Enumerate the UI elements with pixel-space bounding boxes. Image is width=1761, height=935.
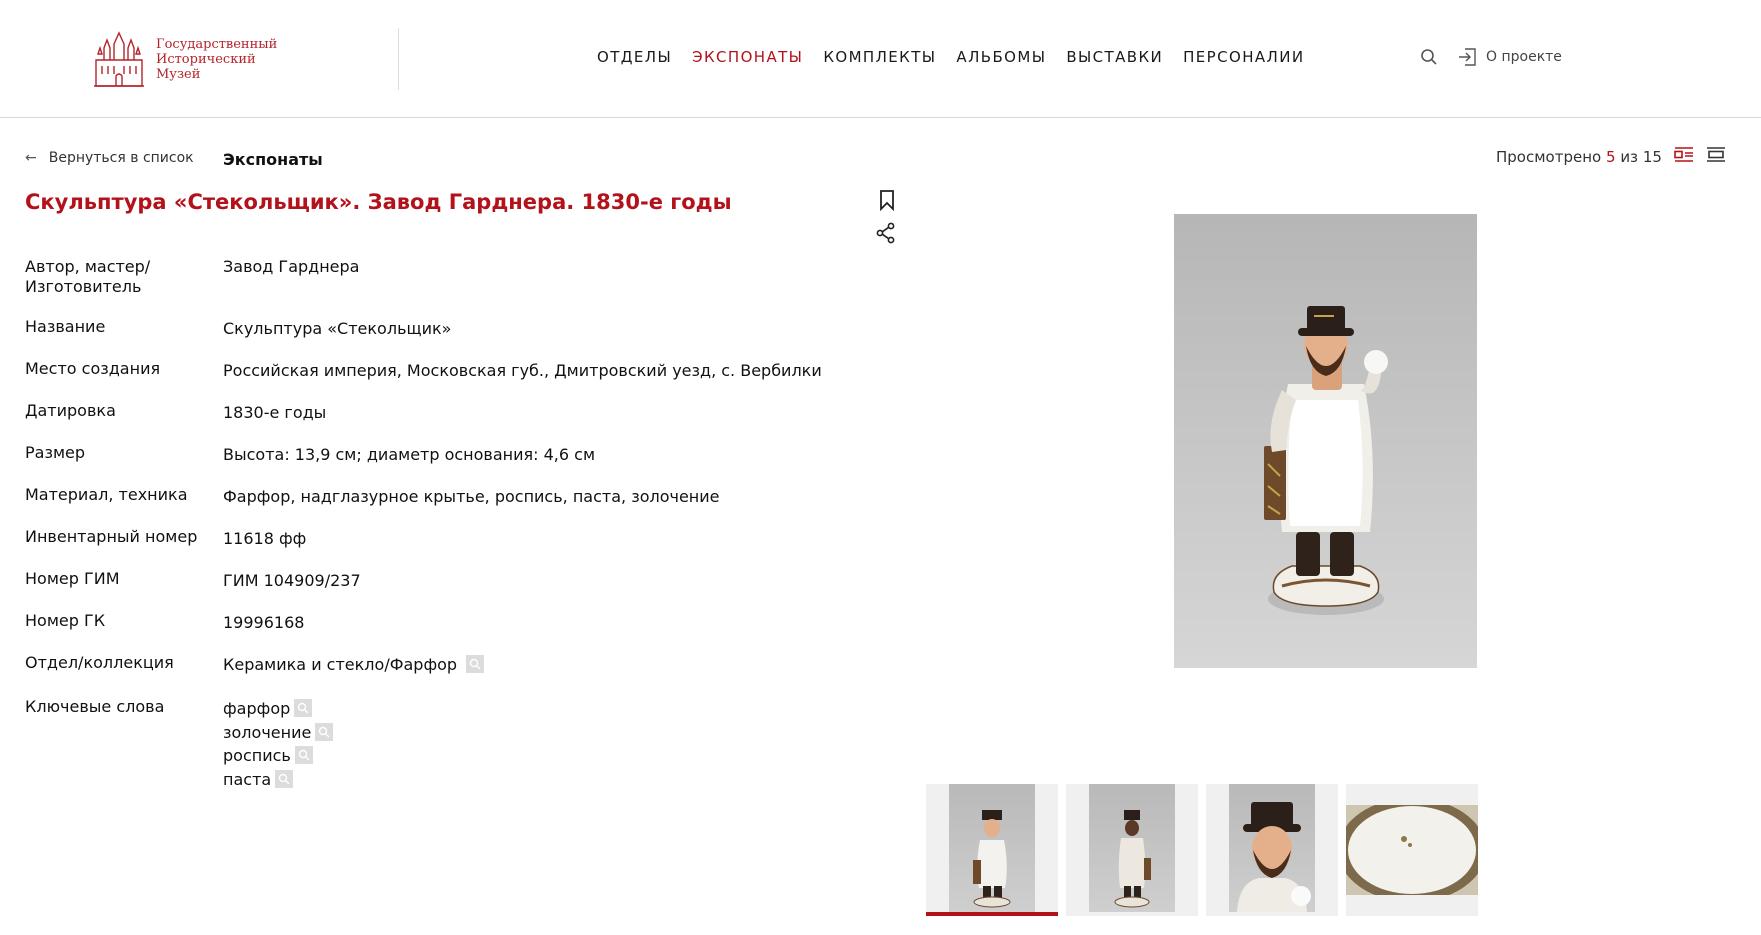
keyword-link[interactable]: паста: [223, 770, 271, 789]
search-icon[interactable]: [1420, 48, 1438, 66]
figurine-illustration: [1264, 306, 1388, 615]
site-header: Государственный Исторический Музей ОТДЕЛ…: [0, 0, 1761, 118]
section-title: Экспонаты: [223, 150, 323, 169]
arrow-left-icon: ←: [25, 150, 37, 166]
thumbnail-image: [1229, 784, 1315, 912]
detail-value: Высота: 13,9 см; диаметр основания: 4,6 …: [223, 445, 596, 464]
object-title: Скульптура «Стекольщик». Завод Гарднера.…: [25, 190, 732, 214]
detail-row: Материал, техника Фарфор, надглазурное к…: [25, 485, 865, 507]
nav-item-sets[interactable]: КОМПЛЕКТЫ: [823, 48, 936, 66]
object-main-image[interactable]: [1174, 214, 1477, 668]
login-icon[interactable]: [1456, 46, 1478, 68]
detail-label: Отдел/коллекция: [25, 653, 174, 672]
viewed-counter: Просмотрено 5 из 15: [1496, 148, 1662, 166]
keywords-list: фарфор золочение роспись паста: [223, 697, 334, 792]
detail-value: Фарфор, надглазурное крытье, роспись, па…: [223, 487, 720, 506]
detail-row: Автор, мастер/ Изготовитель Завод Гардне…: [25, 257, 865, 297]
detail-label: Размер: [25, 443, 86, 462]
back-to-list-label: Вернуться в список: [48, 150, 194, 166]
search-collection-icon[interactable]: [466, 655, 485, 673]
bookmark-icon[interactable]: [878, 189, 896, 211]
nav-item-departments[interactable]: ОТДЕЛЫ: [597, 48, 672, 66]
viewed-separator: из: [1620, 148, 1639, 166]
compact-view-icon[interactable]: [1706, 146, 1726, 164]
detail-row: Размер Высота: 13,9 см; диаметр основани…: [25, 443, 865, 465]
collection-link[interactable]: Керамика и стекло/Фарфор: [223, 655, 457, 674]
nav-item-persons[interactable]: ПЕРСОНАЛИИ: [1183, 48, 1304, 66]
detail-label: Материал, техника: [25, 485, 188, 504]
museum-logo[interactable]: Государственный Исторический Музей: [92, 28, 282, 90]
detail-row: Номер ГИМ ГИМ 104909/237: [25, 569, 865, 591]
nav-item-exhibitions[interactable]: ВЫСТАВКИ: [1066, 48, 1163, 66]
detail-value: Российская империя, Московская губ., Дми…: [223, 361, 822, 380]
keyword-link[interactable]: фарфор: [223, 699, 290, 718]
header-divider: [398, 28, 399, 90]
viewed-current: 5: [1605, 148, 1616, 166]
detail-value: Завод Гарднера: [223, 257, 360, 276]
figurine-closeup-thumb: [1237, 802, 1311, 912]
search-keyword-icon[interactable]: [275, 769, 294, 788]
detail-value: ГИМ 104909/237: [223, 571, 361, 590]
thumbnail-image: [1346, 798, 1478, 902]
detail-row: Отдел/коллекция Керамика и стекло/Фарфор: [25, 653, 865, 675]
detail-label: Место создания: [25, 359, 161, 378]
thumbnail-3[interactable]: [1206, 784, 1338, 916]
keyword-item: фарфор: [223, 697, 333, 721]
search-keyword-icon[interactable]: [294, 746, 313, 764]
keyword-link[interactable]: роспись: [223, 746, 291, 765]
thumbnail-image: [1089, 784, 1175, 912]
detail-value: 11618 фф: [223, 529, 307, 548]
detail-row: Номер ГК 19996168: [25, 611, 865, 633]
keyword-item: золочение: [223, 721, 334, 745]
logo-line: Государственный: [156, 36, 278, 52]
logo-line: Исторический: [156, 51, 256, 67]
detail-row: Датировка 1830-е годы: [25, 401, 865, 423]
detail-row: Место создания Российская империя, Моско…: [25, 359, 865, 381]
figurine-back-thumb: [1114, 810, 1151, 908]
logo-wordmark: Государственный Исторический Музей: [156, 37, 277, 82]
detail-value: Скульптура «Стекольщик»: [223, 319, 452, 338]
detail-label: Датировка: [25, 401, 116, 420]
thumbnail-1[interactable]: [926, 784, 1058, 916]
list-view-icon[interactable]: [1674, 146, 1694, 164]
detail-label: Ключевые слова: [25, 697, 165, 716]
detail-label: Инвентарный номер: [25, 527, 198, 546]
museum-building-icon: [94, 31, 144, 87]
detail-value-collection: Керамика и стекло/Фарфор: [223, 655, 485, 675]
keyword-item: паста: [223, 768, 333, 792]
nav-item-exhibits[interactable]: ЭКСПОНАТЫ: [692, 48, 803, 66]
search-keyword-icon[interactable]: [294, 699, 313, 717]
header-actions: О проекте: [1420, 46, 1562, 68]
detail-row-keywords: Ключевые слова фарфор золочение роспись …: [25, 697, 865, 791]
share-icon[interactable]: [875, 222, 897, 244]
thumbnail-strip: [926, 784, 1486, 916]
detail-label: Номер ГК: [25, 611, 106, 630]
detail-row: Инвентарный номер 11618 фф: [25, 527, 865, 549]
figurine-front-thumb: [973, 810, 1011, 908]
detail-value: 1830-е годы: [223, 403, 327, 422]
figurine-base-thumb: [1346, 798, 1478, 902]
viewed-total: 15: [1642, 148, 1662, 166]
detail-row: Название Скульптура «Стекольщик»: [25, 317, 865, 339]
keyword-link[interactable]: золочение: [223, 723, 311, 742]
thumbnail-image: [949, 784, 1035, 912]
viewed-prefix: Просмотрено: [1496, 148, 1602, 166]
detail-label: Название: [25, 317, 106, 336]
thumbnail-2[interactable]: [1066, 784, 1198, 916]
detail-label: Автор, мастер/ Изготовитель: [25, 257, 151, 296]
thumbnail-4[interactable]: [1346, 784, 1478, 916]
main-nav: ОТДЕЛЫ ЭКСПОНАТЫ КОМПЛЕКТЫ АЛЬБОМЫ ВЫСТА…: [597, 48, 1324, 66]
logo-line: Музей: [156, 66, 201, 82]
keyword-item: роспись: [223, 744, 333, 768]
back-to-list-link[interactable]: ← Вернуться в список: [25, 150, 194, 166]
search-keyword-icon[interactable]: [315, 722, 334, 741]
nav-item-albums[interactable]: АЛЬБОМЫ: [956, 48, 1046, 66]
about-project-link[interactable]: О проекте: [1486, 49, 1562, 65]
detail-label: Номер ГИМ: [25, 569, 120, 588]
detail-value: 19996168: [223, 613, 305, 632]
